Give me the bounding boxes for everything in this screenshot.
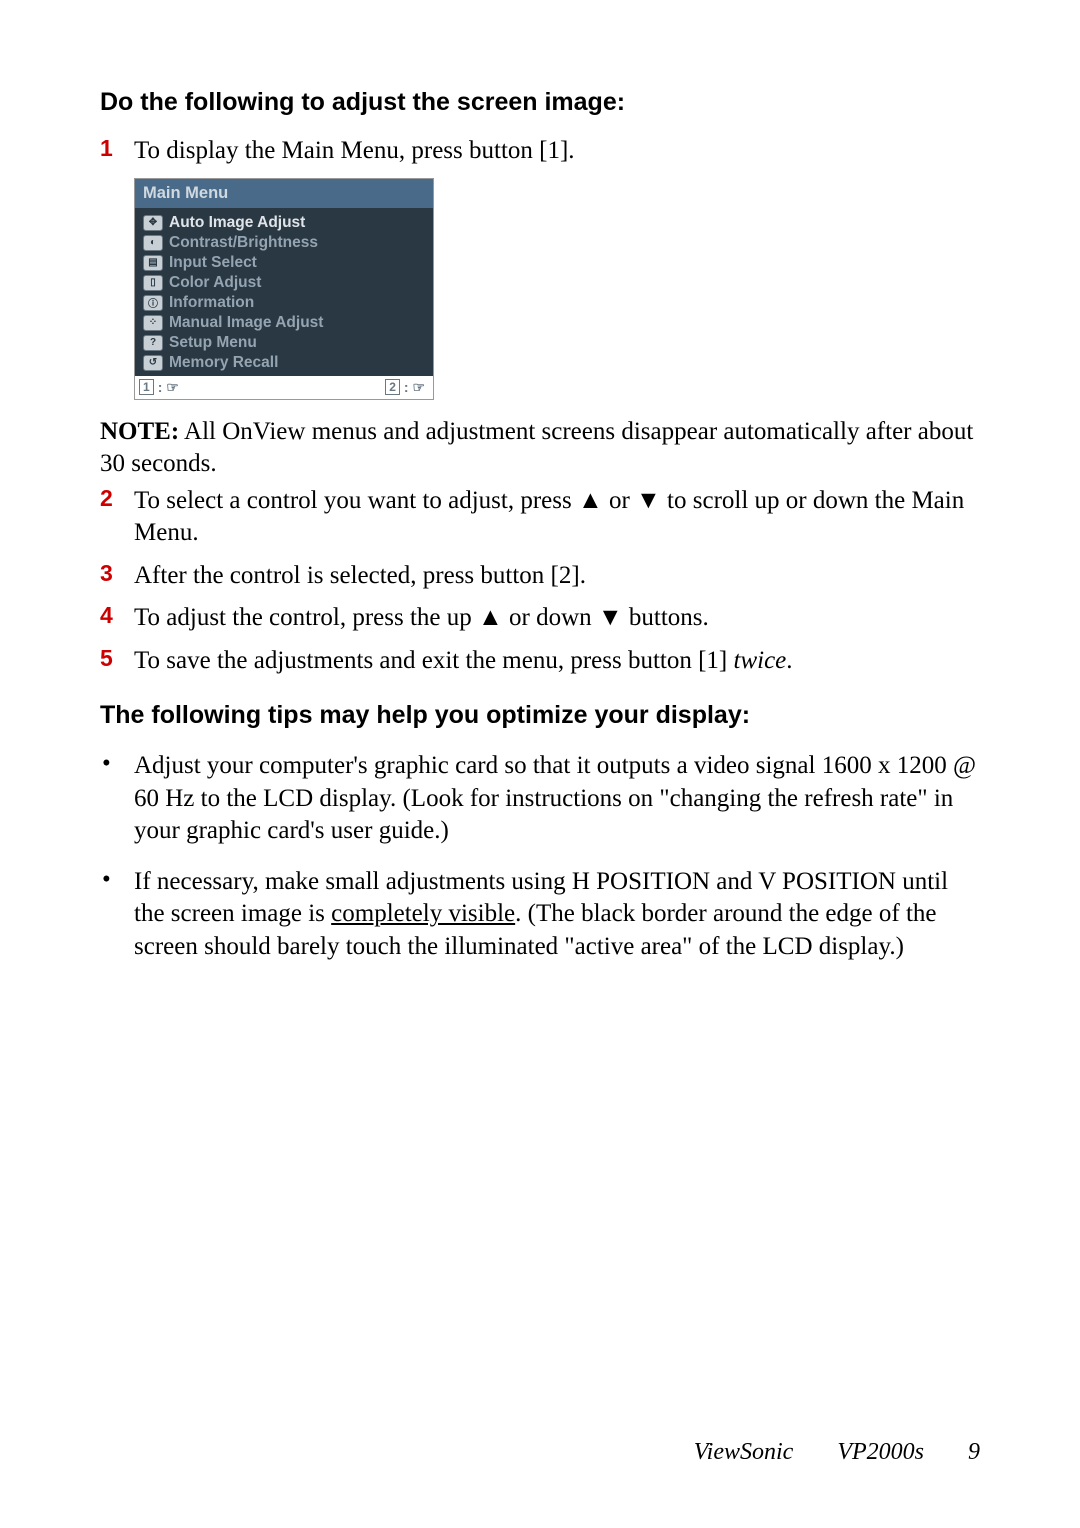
osd-item-contrast-brightness: ◐ Contrast/Brightness — [143, 234, 425, 252]
question-icon: ? — [143, 335, 163, 351]
page-footer: ViewSonic VP2000s 9 — [694, 1439, 980, 1466]
osd-footer-left: 1 : ☞ — [139, 379, 179, 396]
info-icon: ⓘ — [143, 295, 163, 311]
note-text: All OnView menus and adjustment screens … — [100, 418, 973, 478]
step-5-num: 5 — [100, 645, 134, 672]
step-1-text: To display the Main Menu, press button [… — [134, 135, 980, 168]
tip-2-underline: completely visible — [331, 900, 515, 927]
step-4-text: To adjust the control, press the up ▲ or… — [134, 602, 980, 635]
osd-body: ✥ Auto Image Adjust ◐ Contrast/Brightnes… — [135, 208, 433, 376]
color-icon: ▯ — [143, 275, 163, 291]
osd-footer-left-sym: : ☞ — [158, 379, 179, 396]
tip-2: • If necessary, make small adjustments u… — [100, 866, 980, 964]
step-3-text: After the control is selected, press but… — [134, 560, 980, 593]
footer-brand: ViewSonic — [694, 1439, 794, 1466]
step-5: 5 To save the adjustments and exit the m… — [100, 645, 980, 678]
osd-item-label: Information — [169, 294, 254, 312]
step-2-num: 2 — [100, 485, 134, 512]
osd-item-label: Contrast/Brightness — [169, 234, 318, 252]
osd-footer: 1 : ☞ 2 : ☞ — [135, 376, 433, 399]
step-4-num: 4 — [100, 602, 134, 629]
osd-footer-right-sym: : ☞ — [404, 379, 425, 396]
manual-adjust-icon: ⁘ — [143, 315, 163, 331]
heading-adjust-image: Do the following to adjust the screen im… — [100, 88, 980, 117]
step-3-num: 3 — [100, 560, 134, 587]
tip-1-text: Adjust your computer's graphic card so t… — [134, 750, 980, 848]
step-1: 1 To display the Main Menu, press button… — [100, 135, 980, 168]
step-5-text-c: . — [786, 647, 792, 674]
move-icon: ✥ — [143, 215, 163, 231]
recall-icon: ↺ — [143, 355, 163, 371]
note-block: NOTE: All OnView menus and adjustment sc… — [100, 416, 980, 481]
osd-item-setup-menu: ? Setup Menu — [143, 334, 425, 352]
osd-item-label: Input Select — [169, 254, 257, 272]
osd-item-manual-image-adjust: ⁘ Manual Image Adjust — [143, 314, 425, 332]
tip-1: • Adjust your computer's graphic card so… — [100, 750, 980, 848]
osd-footer-right-num: 2 — [385, 379, 400, 395]
tip-2-text: If necessary, make small adjustments usi… — [134, 866, 980, 964]
osd-item-input-select: ▤ Input Select — [143, 254, 425, 272]
step-5-text-twice: twice — [734, 647, 787, 674]
step-4: 4 To adjust the control, press the up ▲ … — [100, 602, 980, 635]
osd-title: Main Menu — [135, 179, 433, 208]
bullet-icon: • — [100, 750, 134, 778]
osd-item-label: Color Adjust — [169, 274, 261, 292]
note-label: NOTE: — [100, 418, 179, 445]
bullet-icon: • — [100, 866, 134, 894]
osd-item-memory-recall: ↺ Memory Recall — [143, 354, 425, 372]
contrast-icon: ◐ — [143, 235, 163, 251]
step-5-text-a: To save the adjustments and exit the men… — [134, 647, 734, 674]
step-2: 2 To select a control you want to adjust… — [100, 485, 980, 550]
step-3: 3 After the control is selected, press b… — [100, 560, 980, 593]
step-1-num: 1 — [100, 135, 134, 162]
heading-tips: The following tips may help you optimize… — [100, 701, 980, 730]
osd-item-color-adjust: ▯ Color Adjust — [143, 274, 425, 292]
osd-item-label: Memory Recall — [169, 354, 278, 372]
osd-item-auto-image-adjust: ✥ Auto Image Adjust — [143, 214, 425, 232]
step-2-text: To select a control you want to adjust, … — [134, 485, 980, 550]
osd-item-label: Setup Menu — [169, 334, 257, 352]
osd-item-information: ⓘ Information — [143, 294, 425, 312]
footer-page: 9 — [968, 1439, 980, 1466]
osd-screenshot: Main Menu ✥ Auto Image Adjust ◐ Contrast… — [134, 178, 434, 400]
input-icon: ▤ — [143, 255, 163, 271]
osd-footer-right: 2 : ☞ — [385, 379, 425, 396]
osd-item-label: Manual Image Adjust — [169, 314, 323, 332]
footer-model: VP2000s — [837, 1439, 924, 1466]
step-5-text: To save the adjustments and exit the men… — [134, 645, 980, 678]
osd-item-label: Auto Image Adjust — [169, 214, 305, 232]
osd-footer-left-num: 1 — [139, 379, 154, 395]
